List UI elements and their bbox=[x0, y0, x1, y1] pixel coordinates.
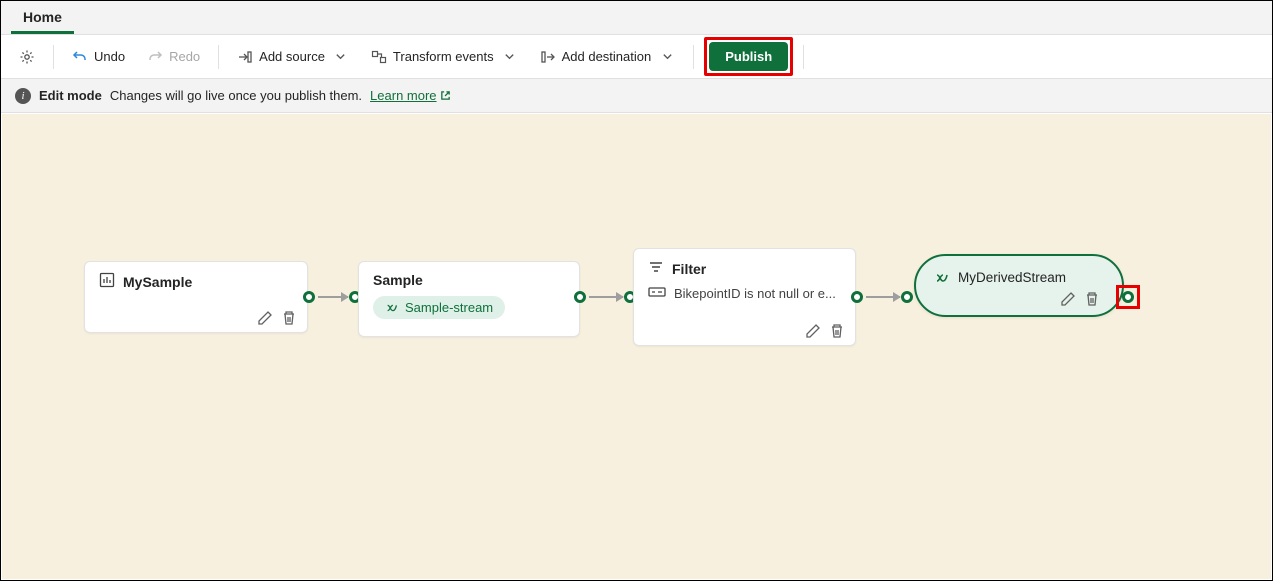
edge bbox=[318, 296, 348, 298]
external-link-icon bbox=[440, 90, 451, 101]
add-source-label: Add source bbox=[259, 49, 325, 64]
info-bar: i Edit mode Changes will go live once yo… bbox=[1, 79, 1272, 113]
delete-icon[interactable] bbox=[1084, 291, 1100, 307]
node-source-title: MySample bbox=[123, 274, 192, 290]
sample-stream-chip[interactable]: Sample-stream bbox=[373, 296, 505, 319]
undo-icon bbox=[72, 49, 88, 65]
chevron-down-icon bbox=[333, 49, 349, 65]
node-destination[interactable]: MyDerivedStream bbox=[914, 254, 1124, 317]
node-filter[interactable]: Filter BikepointID is not null or e... bbox=[633, 248, 856, 346]
port-in[interactable] bbox=[901, 291, 913, 303]
add-destination-icon bbox=[540, 49, 556, 65]
filter-icon bbox=[648, 259, 664, 278]
publish-highlight: Publish bbox=[704, 37, 793, 76]
port-out[interactable] bbox=[851, 291, 863, 303]
learn-more-label: Learn more bbox=[370, 88, 436, 103]
edit-icon[interactable] bbox=[257, 310, 273, 326]
info-message: Changes will go live once you publish th… bbox=[110, 88, 362, 103]
sample-stream-label: Sample-stream bbox=[405, 300, 493, 315]
port-out[interactable] bbox=[303, 291, 315, 303]
bar-chart-icon bbox=[99, 272, 115, 291]
redo-label: Redo bbox=[169, 49, 200, 64]
toolbar: Undo Redo Add source Transform events bbox=[1, 35, 1272, 79]
filter-expression: BikepointID is not null or e... bbox=[674, 286, 836, 301]
add-source-button[interactable]: Add source bbox=[229, 44, 357, 70]
edit-icon[interactable] bbox=[1060, 291, 1076, 307]
edit-icon[interactable] bbox=[805, 323, 821, 339]
delete-icon[interactable] bbox=[829, 323, 845, 339]
settings-button[interactable] bbox=[11, 44, 43, 70]
redo-icon bbox=[147, 49, 163, 65]
transform-label: Transform events bbox=[393, 49, 494, 64]
edge bbox=[589, 296, 623, 298]
flow-canvas[interactable]: MySample Sample Sample-stream bbox=[2, 114, 1271, 579]
node-sample-title: Sample bbox=[373, 272, 423, 288]
transform-events-button[interactable]: Transform events bbox=[363, 44, 526, 70]
learn-more-link[interactable]: Learn more bbox=[370, 88, 450, 103]
edge bbox=[866, 296, 900, 298]
toolbar-separator bbox=[218, 45, 219, 69]
stream-icon bbox=[934, 270, 950, 289]
chevron-down-icon bbox=[659, 49, 675, 65]
info-icon: i bbox=[15, 88, 31, 104]
port-out[interactable] bbox=[574, 291, 586, 303]
redo-button[interactable]: Redo bbox=[139, 44, 208, 70]
publish-button[interactable]: Publish bbox=[709, 42, 788, 71]
expression-icon bbox=[648, 286, 666, 301]
gear-icon bbox=[19, 49, 35, 65]
edit-mode-label: Edit mode bbox=[39, 88, 102, 103]
tab-home[interactable]: Home bbox=[11, 1, 74, 34]
node-destination-title: MyDerivedStream bbox=[958, 270, 1066, 285]
add-destination-label: Add destination bbox=[562, 49, 652, 64]
node-filter-title: Filter bbox=[672, 261, 706, 277]
port-highlight bbox=[1116, 285, 1140, 309]
transform-icon bbox=[371, 49, 387, 65]
add-destination-button[interactable]: Add destination bbox=[532, 44, 684, 70]
undo-button[interactable]: Undo bbox=[64, 44, 133, 70]
toolbar-separator bbox=[803, 45, 804, 69]
chevron-down-icon bbox=[502, 49, 518, 65]
toolbar-separator bbox=[693, 45, 694, 69]
delete-icon[interactable] bbox=[281, 310, 297, 326]
tab-strip: Home bbox=[1, 1, 1272, 35]
node-source[interactable]: MySample bbox=[84, 261, 308, 333]
toolbar-separator bbox=[53, 45, 54, 69]
add-source-icon bbox=[237, 49, 253, 65]
node-sample[interactable]: Sample Sample-stream bbox=[358, 261, 580, 337]
undo-label: Undo bbox=[94, 49, 125, 64]
